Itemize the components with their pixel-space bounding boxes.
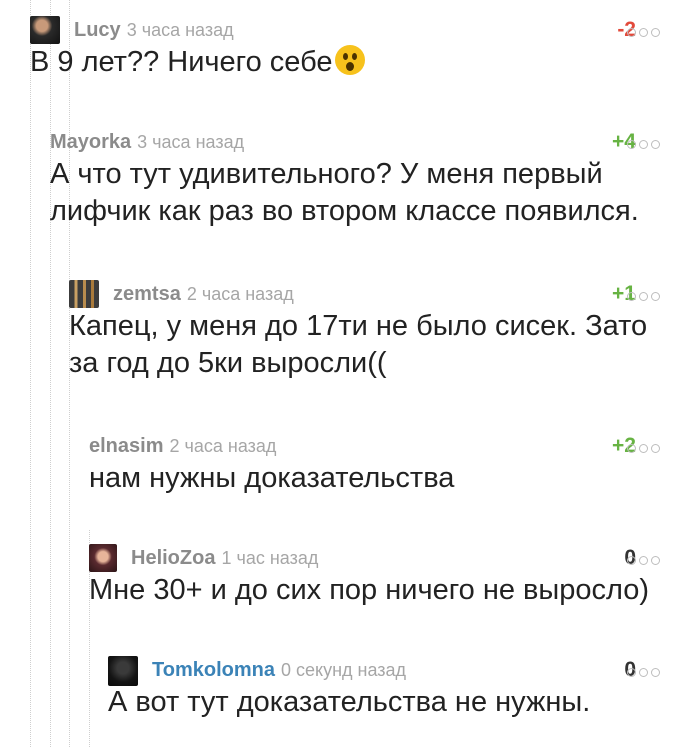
timestamp[interactable]: 2 часа назад [187, 284, 294, 304]
three-dots-menu-icon[interactable] [627, 556, 660, 565]
comment-text: Мне 30+ и до сих пор ничего не выросло) [89, 574, 650, 606]
avatar[interactable] [89, 544, 117, 572]
three-dots-menu-icon[interactable] [627, 140, 660, 149]
comment-header: Lucy 3 часа назад -2 [30, 12, 700, 44]
comment-text: А что тут удивительного? У меня первый л… [50, 158, 639, 227]
avatar[interactable] [108, 656, 138, 686]
comment-author[interactable]: elnasim 2 часа назад [89, 434, 276, 458]
comment: elnasim 2 часа назад +2 нам нужны доказат… [89, 428, 700, 497]
comment-author[interactable]: Tomkolomna 0 секунд назад [152, 658, 406, 682]
comment: HelioZoa 1 час назад 0 Мне 30+ и до сих п… [89, 540, 700, 609]
comment-text: В 9 лет?? Ничего себе [30, 44, 700, 81]
comment: Mayorka 3 часа назад +4 А что тут удивите… [50, 124, 700, 230]
timestamp[interactable]: 0 секунд назад [281, 660, 406, 680]
comment-author[interactable]: Lucy 3 часа назад [74, 18, 234, 42]
thread-line-level-2 [50, 0, 51, 747]
three-dots-menu-icon[interactable] [627, 292, 660, 301]
thread-line-level-1 [30, 0, 31, 747]
comment: zemtsa 2 часа назад +1 Капец, у меня до 1… [69, 276, 700, 382]
author-name[interactable]: Lucy [74, 19, 121, 41]
comment-author[interactable]: HelioZoa 1 час назад [131, 546, 318, 570]
three-dots-menu-icon[interactable] [627, 28, 660, 37]
comment-header: Mayorka 3 часа назад +4 [50, 124, 700, 154]
timestamp[interactable]: 2 часа назад [169, 436, 276, 456]
comment-author[interactable]: Mayorka 3 часа назад [50, 130, 244, 154]
timestamp[interactable]: 3 часа назад [127, 20, 234, 40]
author-name[interactable]: Mayorka [50, 131, 131, 153]
comment: Lucy 3 часа назад -2 В 9 лет?? Ничего себ… [30, 12, 700, 81]
author-name[interactable]: elnasim [89, 435, 163, 457]
three-dots-menu-icon[interactable] [627, 668, 660, 677]
author-name[interactable]: Tomkolomna [152, 659, 275, 681]
comment-text: нам нужны доказательства [89, 462, 455, 494]
comment-header: HelioZoa 1 час назад 0 [89, 540, 700, 572]
author-name[interactable]: zemtsa [113, 283, 181, 305]
astonished-face-emoji-icon [334, 45, 365, 75]
author-name[interactable]: HelioZoa [131, 547, 215, 569]
comment-text: А вот тут доказательства не нужны. [108, 686, 591, 718]
avatar[interactable] [69, 280, 99, 308]
comment-text: Капец, у меня до 17ти не было сисек. Зат… [69, 310, 648, 379]
comment: Tomkolomna 0 секунд назад 0 А вот тут док… [108, 652, 700, 721]
avatar[interactable] [30, 16, 60, 44]
timestamp[interactable]: 3 часа назад [137, 132, 244, 152]
three-dots-menu-icon[interactable] [627, 444, 660, 453]
comment-header: Tomkolomna 0 секунд назад 0 [108, 652, 700, 686]
timestamp[interactable]: 1 час назад [221, 548, 318, 568]
comment-author[interactable]: zemtsa 2 часа назад [113, 282, 294, 306]
comment-header: zemtsa 2 часа назад +1 [69, 276, 700, 308]
comment-text-content: В 9 лет?? Ничего себе [30, 46, 333, 78]
comment-header: elnasim 2 часа назад +2 [89, 428, 700, 458]
